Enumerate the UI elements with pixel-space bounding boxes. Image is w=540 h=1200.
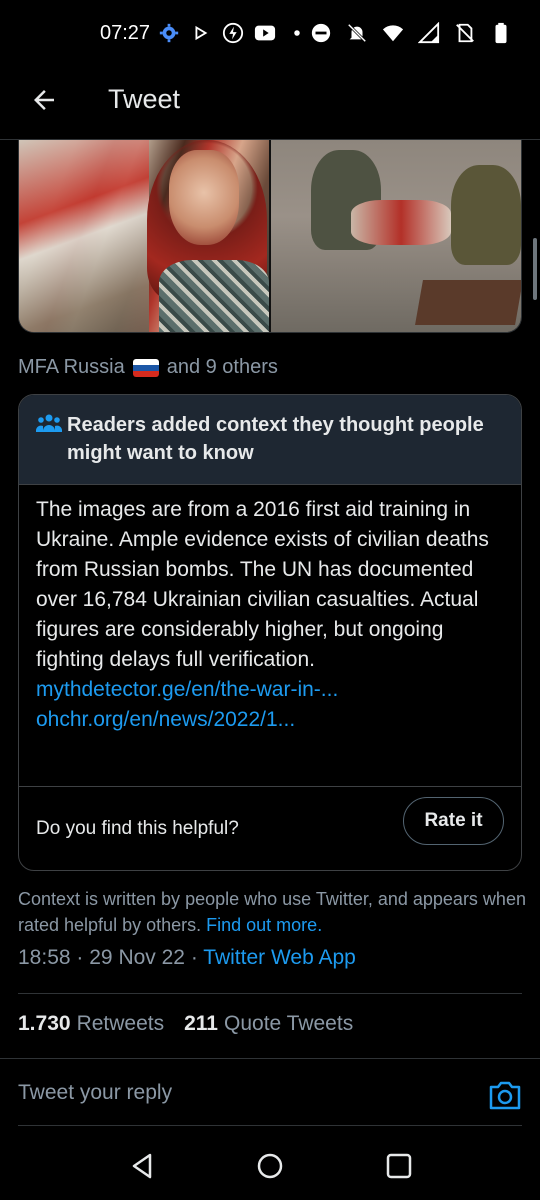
source-link-mythdetector[interactable]: mythdetector.ge/en/the-war-in-... [36, 675, 504, 705]
tweet-date[interactable]: 29 Nov 22 [89, 946, 185, 969]
status-time: 07:27 [100, 22, 151, 44]
page-title: Tweet [108, 84, 181, 114]
nav-back-icon[interactable] [128, 1152, 156, 1180]
mute-icon [347, 23, 367, 43]
nav-home-icon[interactable] [256, 1152, 284, 1180]
scrollbar[interactable] [533, 238, 537, 300]
tweet-timestamp: 18:58 · 29 Nov 22 · Twitter Web App [18, 946, 356, 969]
battery-icon [495, 22, 507, 44]
media-image-right[interactable] [269, 140, 521, 332]
youtube-icon [254, 25, 276, 41]
community-note: Readers added context they thought peopl… [18, 394, 522, 871]
status-right-icons [310, 22, 512, 44]
media-image-left[interactable] [19, 140, 269, 332]
tweet-source-link[interactable]: Twitter Web App [203, 946, 356, 969]
tweet-stats: 1.730 Retweets 211 Quote Tweets [18, 1012, 353, 1036]
liked-by-account[interactable]: MFA Russia [18, 356, 125, 379]
no-sim-icon [456, 23, 474, 43]
back-arrow-icon [34, 90, 54, 110]
liked-by-others[interactable]: and 9 others [167, 356, 278, 379]
status-bar: 07:27 [0, 0, 540, 70]
rate-it-button[interactable]: Rate it [403, 797, 504, 845]
tweet-time: 18:58 [18, 946, 71, 969]
dot-icon [294, 30, 300, 36]
nav-recents-icon[interactable] [385, 1152, 413, 1180]
play-icon [195, 25, 208, 41]
russia-flag-icon [132, 358, 159, 377]
community-note-footer: Do you find this helpful? Rate it [19, 787, 521, 870]
wifi-icon [382, 25, 404, 42]
divider [18, 1125, 522, 1126]
liked-by[interactable]: MFA Russia and 9 others [18, 356, 278, 379]
reply-bar: Tweet your reply [0, 1059, 540, 1125]
signal-icon [418, 22, 440, 44]
helpful-question: Do you find this helpful? [36, 818, 239, 839]
system-nav-bar [0, 1130, 540, 1200]
status-left-icons [158, 22, 308, 44]
back-button[interactable] [26, 82, 62, 118]
data-saver-icon [222, 22, 244, 44]
dnd-icon [311, 23, 331, 43]
context-info: Context is written by people who use Twi… [18, 886, 528, 938]
retweets-stat[interactable]: 1.730 Retweets [18, 1012, 164, 1036]
quote-tweets-stat[interactable]: 211 Quote Tweets [184, 1012, 353, 1036]
community-note-title: Readers added context they thought peopl… [67, 414, 484, 464]
camera-icon[interactable] [488, 1079, 522, 1111]
divider [18, 993, 522, 994]
header: Tweet [0, 70, 540, 140]
community-note-body: The images are from a 2016 first aid tra… [19, 485, 521, 787]
community-note-text: The images are from a 2016 first aid tra… [36, 498, 489, 671]
tweet-media[interactable] [18, 140, 522, 333]
source-link-ohchr[interactable]: ohchr.org/en/news/2022/1... [36, 705, 504, 735]
settings-icon [159, 23, 179, 43]
people-icon [36, 414, 62, 432]
community-note-header: Readers added context they thought peopl… [19, 395, 521, 485]
reply-input[interactable]: Tweet your reply [18, 1081, 172, 1105]
find-out-more-link[interactable]: Find out more. [206, 915, 322, 935]
